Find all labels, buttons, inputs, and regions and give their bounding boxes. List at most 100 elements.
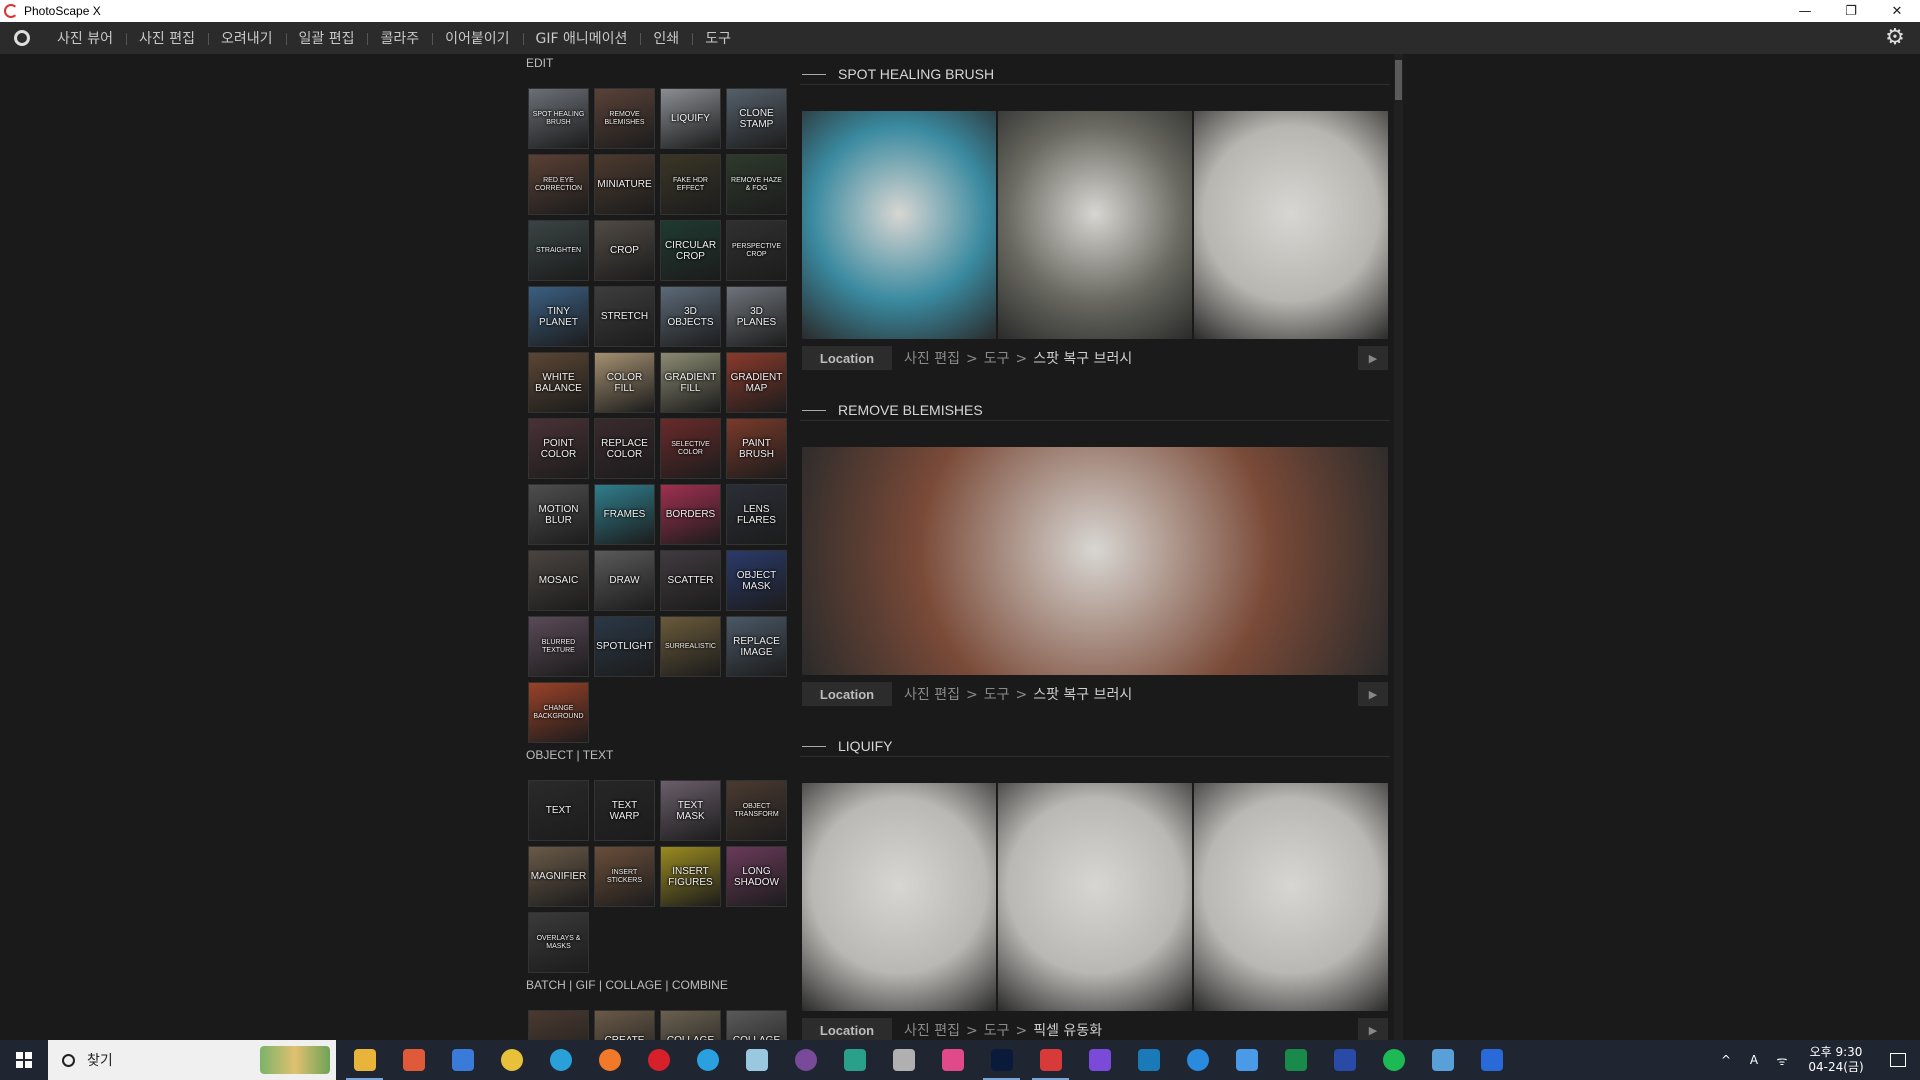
menu-item[interactable]: 일괄 편집	[285, 22, 368, 54]
tool-tile[interactable]: SCATTER	[660, 550, 721, 611]
menu-item[interactable]: 이어붙이기	[432, 22, 522, 54]
tool-tile[interactable]: GRADIENT MAP	[726, 352, 787, 413]
tool-tile[interactable]: PERSPECTIVE CROP	[726, 220, 787, 281]
office-icon[interactable]	[1075, 1040, 1124, 1080]
tool-tile[interactable]: COLLAGE	[726, 1010, 787, 1040]
telegram-icon[interactable]	[683, 1040, 732, 1080]
wifi-icon[interactable]: ᯤ	[1768, 1052, 1796, 1069]
writer-icon[interactable]	[1320, 1040, 1369, 1080]
tool-tile[interactable]: OBJECT MASK	[726, 550, 787, 611]
start-button[interactable]	[0, 1040, 48, 1080]
play-icon[interactable]: ▶	[1358, 1018, 1388, 1040]
chat-icon[interactable]	[1173, 1040, 1222, 1080]
edge-icon[interactable]	[536, 1040, 585, 1080]
tool-tile[interactable]: FRAMES	[594, 484, 655, 545]
tool-tile[interactable]: TEXT WARP	[594, 780, 655, 841]
tool-tile[interactable]: GRADIENT FILL	[660, 352, 721, 413]
play-icon[interactable]: ▶	[1358, 682, 1388, 706]
tool-tile[interactable]: BLURRED TEXTURE	[528, 616, 589, 677]
tool-tile[interactable]: CHANGE BACKGROUND	[528, 682, 589, 743]
taskbar-search-box[interactable]: 찾기	[48, 1040, 336, 1080]
tool-tile[interactable]: STRAIGHTEN	[528, 220, 589, 281]
tool-tile[interactable]: CLONE STAMP	[726, 88, 787, 149]
tool-tile[interactable]: DRAW	[594, 550, 655, 611]
tool-tile[interactable]: REPLACE COLOR	[594, 418, 655, 479]
tool-tile[interactable]: OBJECT TRANSFORM	[726, 780, 787, 841]
tool-tile[interactable]: COLLAGE	[660, 1010, 721, 1040]
ime-indicator[interactable]: A	[1740, 1053, 1768, 1067]
menu-item[interactable]: 도구	[692, 22, 744, 54]
opera-icon[interactable]	[634, 1040, 683, 1080]
tool-tile[interactable]: PAINT BRUSH	[726, 418, 787, 479]
tool-tile[interactable]: LIQUIFY	[660, 88, 721, 149]
tool-tile[interactable]: INSERT STICKERS	[594, 846, 655, 907]
menu-item[interactable]: 오려내기	[207, 22, 286, 54]
tool-tile[interactable]: REPLACE IMAGE	[726, 616, 787, 677]
menu-item[interactable]: 사진 뷰어	[44, 22, 126, 54]
tool-tile[interactable]: RED EYE CORRECTION	[528, 154, 589, 215]
tool-tile[interactable]: FAKE HDR EFFECT	[660, 154, 721, 215]
store-icon[interactable]	[438, 1040, 487, 1080]
tool-tile[interactable]: SURREALISTIC	[660, 616, 721, 677]
tool-tile[interactable]: TEXT MASK	[660, 780, 721, 841]
tool-tile[interactable]: SPOT HEALING BRUSH	[528, 88, 589, 149]
notification-button[interactable]	[1876, 1040, 1920, 1080]
menu-item[interactable]: 콜라주	[367, 22, 432, 54]
photos-icon[interactable]	[928, 1040, 977, 1080]
tool-tile[interactable]: STRETCH	[594, 286, 655, 347]
sheets-icon[interactable]	[1271, 1040, 1320, 1080]
content-scrollbar[interactable]	[1394, 54, 1403, 1040]
menu-item[interactable]: GIF 애니메이션	[522, 22, 641, 54]
r-app-icon[interactable]	[1467, 1040, 1516, 1080]
notepad-icon[interactable]	[732, 1040, 781, 1080]
menu-item[interactable]: 인쇄	[640, 22, 692, 54]
text-editor-icon[interactable]	[1124, 1040, 1173, 1080]
tool-tile[interactable]: LENS FLARES	[726, 484, 787, 545]
menu-item[interactable]: 사진 편집	[125, 22, 208, 54]
tool-tile[interactable]: CROP	[594, 220, 655, 281]
location-button[interactable]: Location	[802, 682, 892, 706]
tool-tile[interactable]: MAGNIFIER	[528, 846, 589, 907]
firefox-icon[interactable]	[585, 1040, 634, 1080]
tool-tile[interactable]: TINY PLANET	[528, 286, 589, 347]
tool-tile[interactable]: WHITE BALANCE	[528, 352, 589, 413]
tool-tile[interactable]: SPOTLIGHT	[594, 616, 655, 677]
tool-tile[interactable]: REMOVE BLEMISHES	[594, 88, 655, 149]
photoshop-icon[interactable]	[977, 1040, 1026, 1080]
file-explorer-icon[interactable]	[340, 1040, 389, 1080]
tool-tile[interactable]: BORDERS	[660, 484, 721, 545]
tor-icon[interactable]	[781, 1040, 830, 1080]
tool-tile[interactable]: OVERLAYS & MASKS	[528, 912, 589, 973]
tool-tile[interactable]	[528, 1010, 589, 1040]
location-button[interactable]: Location	[802, 1018, 892, 1040]
tool-tile[interactable]: 3D PLANES	[726, 286, 787, 347]
chrome-icon[interactable]	[487, 1040, 536, 1080]
tool-tile[interactable]: REMOVE HAZE & FOG	[726, 154, 787, 215]
tool-tile[interactable]: MINIATURE	[594, 154, 655, 215]
location-button[interactable]: Location	[802, 346, 892, 370]
home-logo-button[interactable]	[0, 22, 44, 54]
clock[interactable]: 오후 9:30 04-24(금)	[1796, 1045, 1876, 1075]
tool-tile[interactable]: SELECTIVE COLOR	[660, 418, 721, 479]
tool-tile[interactable]: POINT COLOR	[528, 418, 589, 479]
tool-tile[interactable]: TEXT	[528, 780, 589, 841]
paint3d-icon[interactable]	[879, 1040, 928, 1080]
minimize-button[interactable]: —	[1782, 0, 1828, 22]
spark-icon[interactable]	[1222, 1040, 1271, 1080]
spotify-icon[interactable]	[1369, 1040, 1418, 1080]
close-button[interactable]: ✕	[1874, 0, 1920, 22]
tool-tile[interactable]: CREATE	[594, 1010, 655, 1040]
tool-tile[interactable]: MOSAIC	[528, 550, 589, 611]
photoscape-icon[interactable]	[1026, 1040, 1075, 1080]
tool-tile[interactable]: CIRCULAR CROP	[660, 220, 721, 281]
settings-gear-icon[interactable]: ⚙	[1884, 27, 1906, 49]
tool-tile[interactable]: INSERT FIGURES	[660, 846, 721, 907]
remote-icon[interactable]	[1418, 1040, 1467, 1080]
tool-tile[interactable]: COLOR FILL	[594, 352, 655, 413]
paint-icon[interactable]	[389, 1040, 438, 1080]
scrollbar-thumb[interactable]	[1395, 60, 1402, 100]
tool-tile[interactable]: LONG SHADOW	[726, 846, 787, 907]
tray-chevron-icon[interactable]: ^	[1712, 1053, 1740, 1067]
tool-tile[interactable]: 3D OBJECTS	[660, 286, 721, 347]
s-app-icon[interactable]	[830, 1040, 879, 1080]
